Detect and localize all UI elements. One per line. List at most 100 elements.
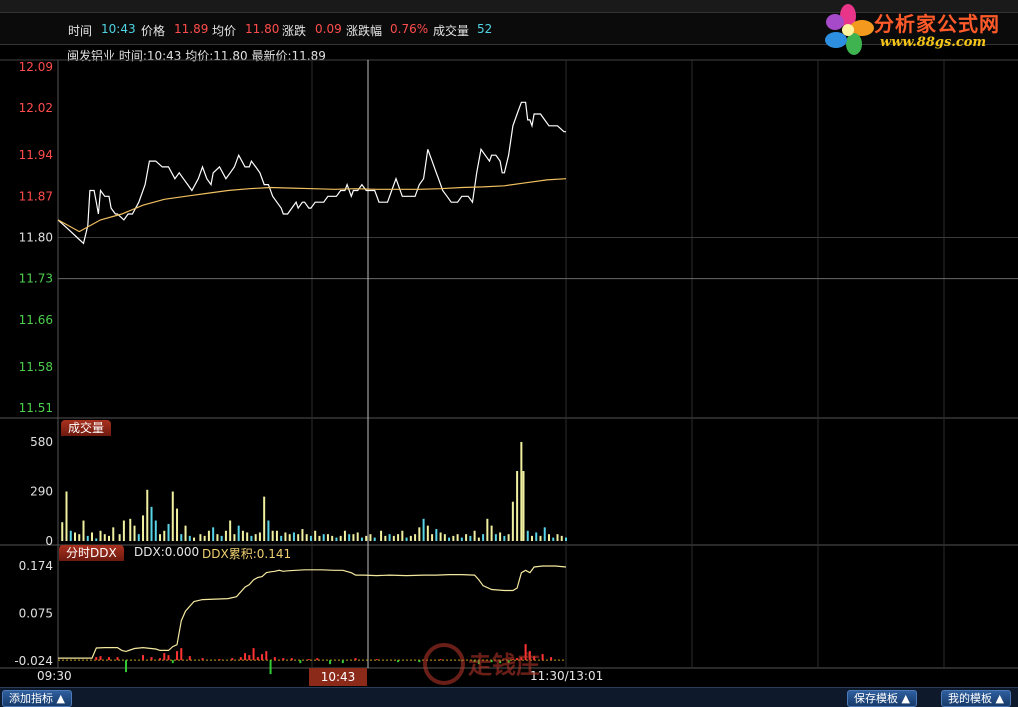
volume-bar: [486, 518, 489, 541]
price-tick-label: 11.94: [19, 148, 53, 162]
volume-tick-label: 0: [45, 534, 53, 548]
volume-bar: [137, 534, 140, 541]
volume-bar: [556, 534, 559, 541]
volume-bar: [267, 520, 270, 541]
my-template-label: 我的模板: [948, 692, 992, 705]
time-axis-start: 09:30: [37, 669, 72, 683]
price-tick-label: 11.66: [19, 313, 53, 327]
price-tick-label: 12.02: [19, 101, 53, 115]
volume-bar: [103, 534, 106, 541]
ddx-bar: [397, 660, 400, 663]
volume-bar: [176, 508, 179, 541]
volume-bar: [99, 530, 102, 541]
price-tick-label: 11.87: [19, 189, 53, 203]
volume-bar: [516, 471, 519, 541]
volume-bar: [503, 535, 506, 541]
volume-bar: [224, 530, 227, 541]
volume-bar: [207, 530, 210, 541]
volume-bar: [212, 527, 215, 541]
volume-bar: [154, 520, 157, 541]
ddx-bar: [261, 654, 264, 661]
volume-bar: [388, 534, 391, 541]
time-axis-current: 10:43: [309, 668, 367, 686]
price-tick-label: 12.09: [19, 60, 53, 74]
my-template-button[interactable]: 我的模板 ▲: [941, 690, 1011, 707]
ddx-bar: [265, 651, 268, 661]
volume-bar: [305, 534, 308, 541]
volume-bar: [405, 537, 408, 541]
ddx-bar: [163, 653, 166, 661]
volume-bar: [78, 534, 81, 541]
volume-bar: [241, 530, 244, 541]
volume-bar: [360, 537, 363, 541]
save-template-button[interactable]: 保存模板 ▲: [847, 690, 917, 707]
volume-bar: [331, 535, 334, 541]
volume-bar: [511, 501, 514, 541]
volume-bar: [352, 534, 355, 541]
volume-bar: [258, 532, 261, 541]
volume-bar: [526, 530, 529, 541]
volume-bar: [543, 527, 546, 541]
volume-bar: [414, 534, 417, 541]
volume-bar: [220, 535, 223, 541]
ddx-bar: [159, 658, 162, 661]
watermark-circle-icon: [423, 643, 465, 685]
volume-bar: [142, 515, 145, 541]
ddx-bar: [307, 659, 310, 661]
ddx-bar: [375, 659, 378, 661]
volume-bar: [280, 535, 283, 541]
ddx-tick-label: -0.024: [14, 654, 53, 668]
volume-bar: [254, 534, 257, 541]
ddx-bar: [108, 657, 111, 661]
ddx-bar: [252, 648, 255, 661]
ddx-bar: [299, 660, 302, 664]
ddx-bar: [180, 648, 183, 661]
volume-bar: [118, 534, 121, 541]
volume-bar: [469, 535, 472, 541]
volume-tick-label: 580: [30, 435, 53, 449]
volume-bar: [129, 518, 132, 541]
volume-bar: [61, 522, 64, 541]
ddx-panel-tag[interactable]: 分时DDX: [59, 545, 124, 561]
volume-bar: [65, 491, 68, 541]
volume-bar: [216, 534, 219, 541]
volume-bar: [482, 534, 485, 541]
ddx-bar: [125, 660, 128, 673]
volume-bar: [418, 527, 421, 541]
volume-bar: [203, 535, 206, 541]
volume-bar: [356, 532, 359, 541]
volume-bar: [150, 506, 153, 541]
volume-bar: [443, 534, 446, 541]
volume-tick-label: 290: [30, 485, 53, 499]
watermark-text: 走钱庄: [468, 651, 540, 679]
ddx-bar: [239, 657, 242, 661]
ddx-bar: [329, 660, 332, 665]
volume-bar: [133, 525, 136, 541]
volume-bar: [473, 530, 476, 541]
volume-bar: [348, 534, 351, 541]
ddx-bar: [354, 658, 357, 661]
volume-bar: [522, 471, 525, 541]
volume-bar: [439, 532, 442, 541]
volume-bar: [91, 532, 94, 541]
volume-bar: [426, 525, 429, 541]
volume-bar: [422, 518, 425, 541]
volume-bar: [448, 537, 451, 541]
volume-bar: [250, 535, 253, 541]
volume-bar: [565, 537, 567, 541]
price-tick-label: 11.80: [19, 231, 53, 245]
volume-bar: [373, 537, 376, 541]
volume-bar: [322, 534, 325, 541]
volume-bar: [343, 530, 346, 541]
volume-bar: [365, 535, 368, 541]
add-indicator-button[interactable]: 添加指标 ▲: [2, 690, 72, 707]
volume-bar: [112, 527, 115, 541]
ddx-bar: [290, 658, 293, 661]
ddx-bar: [167, 655, 170, 661]
ddx-bar: [218, 659, 221, 661]
volume-bar: [288, 534, 291, 541]
volume-bar: [284, 532, 287, 541]
volume-bar: [397, 534, 400, 541]
volume-bar: [314, 530, 317, 541]
volume-panel-tag[interactable]: 成交量: [61, 420, 112, 436]
